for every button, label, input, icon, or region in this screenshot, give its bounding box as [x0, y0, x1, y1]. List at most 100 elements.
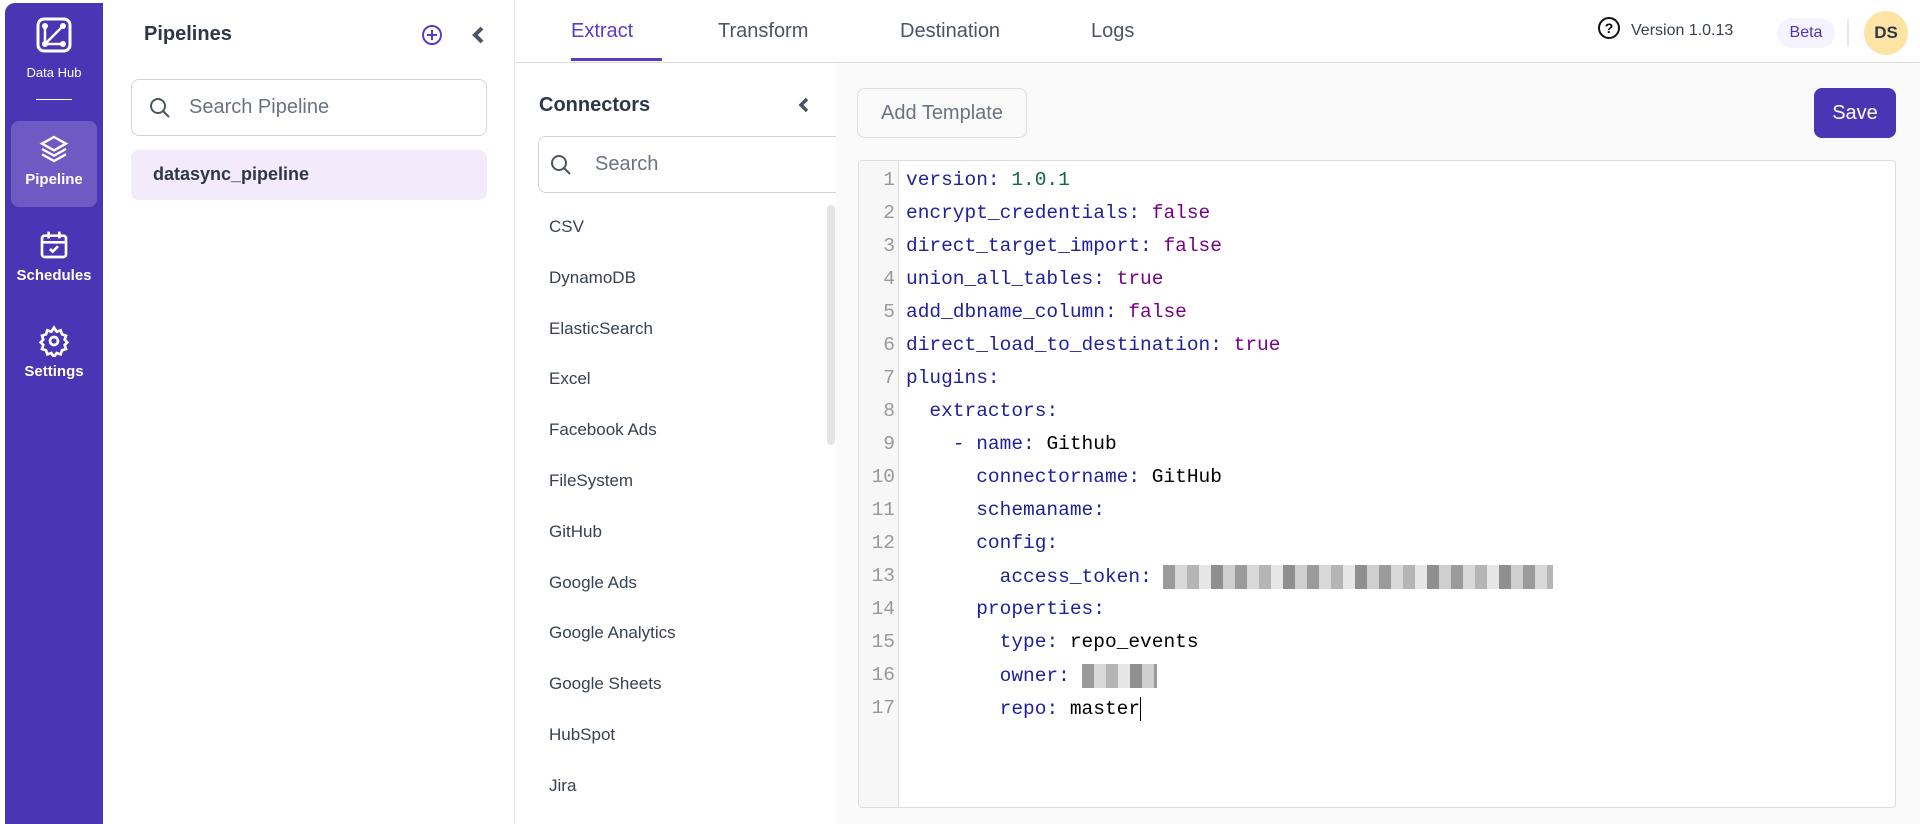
line-number: 9	[883, 433, 895, 455]
pipeline-search-input[interactable]: Search Pipeline	[131, 79, 487, 136]
help-icon[interactable]: ?	[1597, 16, 1621, 40]
version-label: Version 1.0.13	[1631, 22, 1734, 39]
tab-extract[interactable]: Extract	[571, 20, 633, 43]
yaml-value: 1.0.1	[1011, 169, 1070, 191]
redacted-value	[1081, 664, 1157, 688]
line-number: 7	[883, 367, 895, 389]
nav-label: Pipeline	[25, 171, 83, 188]
yaml-key: encrypt_credentials	[906, 202, 1129, 224]
line-number: 2	[883, 202, 895, 224]
yaml-value: true	[1116, 268, 1164, 290]
search-placeholder: Search	[595, 153, 659, 175]
active-tab-indicator	[571, 58, 662, 61]
yaml-key: name	[976, 433, 1024, 455]
line-number: 3	[883, 235, 895, 257]
yaml-value: GitHub	[1151, 466, 1222, 488]
search-icon	[150, 97, 170, 118]
brand-label: Data Hub	[26, 65, 82, 80]
connector-item[interactable]: Google Analytics	[549, 623, 676, 643]
add-pipeline-icon[interactable]	[421, 24, 443, 46]
indent: -	[906, 433, 977, 455]
line-number: 14	[871, 598, 895, 620]
connector-item[interactable]: Google Sheets	[549, 674, 661, 694]
line-number: 11	[871, 499, 895, 521]
pipeline-item[interactable]: datasync_pipeline	[131, 150, 487, 200]
scrollbar[interactable]	[827, 205, 835, 445]
divider	[36, 99, 72, 100]
yaml-value: master	[1069, 698, 1141, 721]
connector-item[interactable]: FileSystem	[549, 471, 633, 491]
line-number: 1	[883, 169, 895, 191]
tab-logs[interactable]: Logs	[1091, 20, 1134, 43]
code-line: version: 1.0.1	[906, 169, 1070, 191]
connector-item[interactable]: GitHub	[549, 522, 602, 542]
connector-item[interactable]: ElasticSearch	[549, 319, 653, 339]
yaml-key: add_dbname_column	[906, 301, 1105, 323]
code-line: - name: Github	[906, 433, 1117, 455]
yaml-value: repo_events	[1069, 631, 1199, 653]
editor-area: Add Template Save 1 version: 1.0.1 2 encryp…	[836, 63, 1920, 824]
nav-settings[interactable]: Settings	[11, 313, 97, 399]
code-line: schemaname:	[906, 499, 1117, 521]
connector-item[interactable]: Jira	[549, 776, 576, 796]
yaml-key: direct_target_import	[906, 235, 1141, 257]
connector-item[interactable]: HubSpot	[549, 725, 615, 745]
line-number: 16	[871, 664, 895, 686]
yaml-key: direct_load_to_destination	[906, 334, 1211, 356]
code-line: config:	[906, 532, 1070, 554]
search-placeholder: Search Pipeline	[189, 96, 330, 118]
yaml-value: true	[1233, 334, 1281, 356]
nav-label: Settings	[24, 363, 84, 380]
nav-rail: Data Hub Pipeline Schedules Settings	[5, 3, 103, 824]
pipelines-title: Pipelines	[144, 23, 232, 45]
connectors-title: Connectors	[539, 94, 651, 116]
connectors-panel: Connectors Search CSV DynamoDB ElasticSear…	[515, 63, 861, 824]
svg-text:?: ?	[1605, 20, 1614, 36]
line-number: 4	[883, 268, 895, 290]
divider	[1847, 19, 1849, 46]
line-number: 10	[871, 466, 895, 488]
tab-transform[interactable]: Transform	[718, 20, 808, 43]
yaml-key: type	[999, 631, 1047, 653]
yaml-key: plugins	[906, 367, 988, 389]
connector-item[interactable]: DynamoDB	[549, 268, 636, 288]
collapse-chevron-icon[interactable]	[471, 26, 485, 44]
connector-item[interactable]: Excel	[549, 369, 591, 389]
line-number: 15	[871, 631, 895, 653]
nav-pipeline[interactable]: Pipeline	[11, 121, 97, 207]
connector-item[interactable]: Google Ads	[549, 573, 637, 593]
save-button[interactable]: Save	[1814, 88, 1896, 138]
yaml-key: schemaname	[976, 499, 1094, 521]
collapse-chevron-icon[interactable]	[798, 97, 810, 113]
code-line: access_token:	[906, 565, 1554, 589]
beta-badge: Beta	[1777, 18, 1835, 48]
yaml-key: version	[906, 169, 988, 191]
yaml-key: union_all_tables	[906, 268, 1094, 290]
code-line: add_dbname_column: false	[906, 301, 1187, 323]
user-avatar[interactable]: DS	[1864, 11, 1908, 55]
code-line: owner:	[906, 664, 1157, 688]
tab-destination[interactable]: Destination	[900, 20, 1000, 43]
code-line: properties:	[906, 598, 1117, 620]
line-number: 8	[883, 400, 895, 422]
connector-item[interactable]: CSV	[549, 217, 584, 237]
text-cursor	[1140, 697, 1142, 721]
line-number: 5	[883, 301, 895, 323]
calendar-check-icon	[40, 231, 68, 259]
yaml-code-editor[interactable]: 1 version: 1.0.1 2 encrypt_credentials: fal…	[858, 160, 1896, 808]
connector-search-input[interactable]: Search	[538, 136, 861, 193]
line-number: 13	[871, 565, 895, 587]
add-template-button[interactable]: Add Template	[857, 88, 1027, 138]
tab-bar: Extract Transform Destination Logs ? Ver…	[515, 0, 1920, 63]
code-line: extractors:	[906, 400, 1070, 422]
nav-schedules[interactable]: Schedules	[11, 217, 97, 303]
connector-item[interactable]: Facebook Ads	[549, 420, 657, 440]
line-number: 12	[871, 532, 895, 554]
redacted-value	[1163, 565, 1554, 589]
code-line: encrypt_credentials: false	[906, 202, 1211, 224]
